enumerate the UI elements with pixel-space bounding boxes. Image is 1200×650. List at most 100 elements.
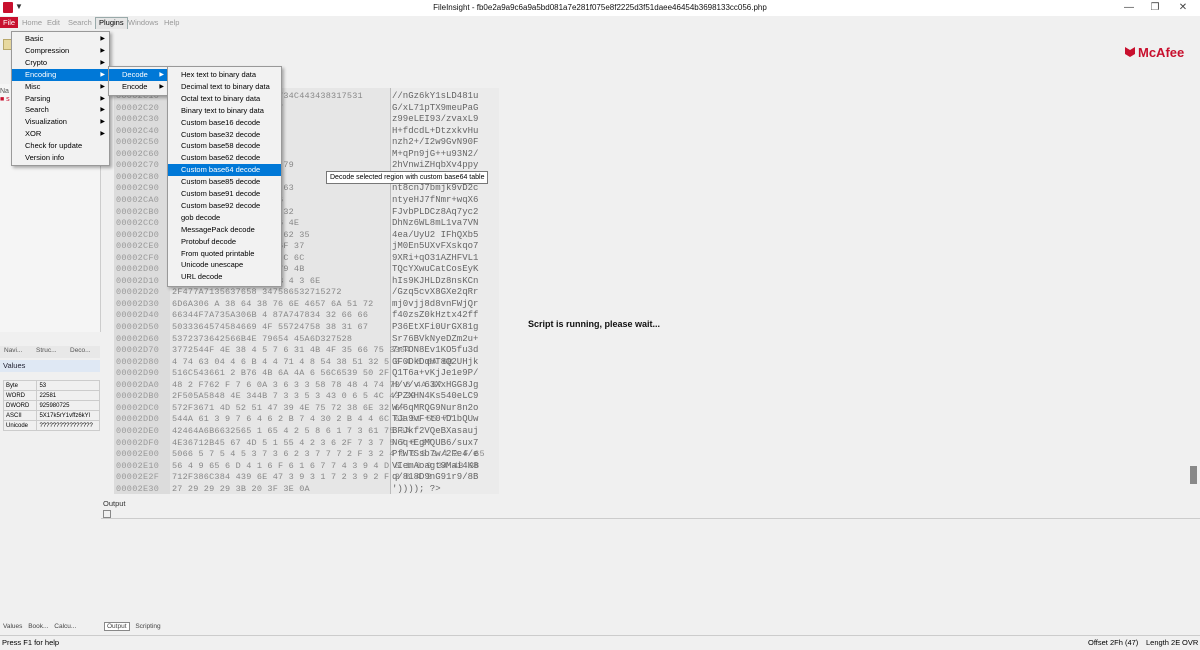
ascii-row[interactable]: 2hVnwiZHqbXv4ppy bbox=[392, 160, 478, 170]
ascii-row[interactable]: f40zsZ0kHztx42ff bbox=[392, 310, 478, 320]
menu-help[interactable]: Help bbox=[161, 17, 182, 28]
plugins-menu-item[interactable]: Version info bbox=[12, 152, 109, 164]
plugins-menu-item[interactable]: Basic ▶ bbox=[12, 33, 109, 45]
ascii-row[interactable]: PfWTSsb7w/2Fe4/e bbox=[392, 449, 478, 459]
decode-menu-item[interactable]: Decimal text to binary data bbox=[168, 81, 281, 93]
menu-edit[interactable]: Edit bbox=[44, 17, 63, 28]
ascii-row[interactable]: TJa9vF+t0+D1bQUw bbox=[392, 414, 478, 424]
ascii-row[interactable]: //nGz6kY1sLD481u bbox=[392, 91, 478, 101]
ascii-row[interactable]: jM0En5UXvFXskqo7 bbox=[392, 241, 478, 251]
output-panel[interactable] bbox=[101, 519, 1200, 623]
ascii-row[interactable]: Sr76BVkNyeDZm2u+ bbox=[392, 334, 478, 344]
plugins-menu-item[interactable]: Search ▶ bbox=[12, 104, 109, 116]
encoding-menu-item[interactable]: Encode ▶ bbox=[109, 81, 168, 93]
ascii-row[interactable]: Q1T6a+vKjJe1e9P/ bbox=[392, 368, 478, 378]
tab-calculator[interactable]: Calcu... bbox=[54, 623, 76, 630]
scrollbar-thumb[interactable] bbox=[1190, 466, 1197, 484]
hex-row[interactable]: 6D6A306 A 38 64 38 76 6E 4657 6A 51 72 bbox=[172, 299, 373, 309]
decode-menu-item[interactable]: Hex text to binary data bbox=[168, 69, 281, 81]
encoding-menu-item[interactable]: Decode ▶ bbox=[109, 69, 168, 81]
decode-menu-item[interactable]: Custom base62 decode bbox=[168, 152, 281, 164]
menu-home[interactable]: Home bbox=[19, 17, 45, 28]
plugins-menu-item[interactable]: Crypto ▶ bbox=[12, 57, 109, 69]
hex-row[interactable]: 5033364574584669 4F 55724758 38 31 67 bbox=[172, 322, 368, 332]
plugins-menu-item[interactable]: Misc ▶ bbox=[12, 81, 109, 93]
ascii-row[interactable]: ')))); ?> bbox=[392, 484, 441, 494]
decode-menu-item[interactable]: Custom base58 decode bbox=[168, 140, 281, 152]
decode-menu-item[interactable]: Unicode unescape bbox=[168, 259, 281, 271]
minimize-icon[interactable]: — bbox=[1122, 2, 1136, 13]
ascii-row[interactable]: W/6qMRQG9Nur8n2o bbox=[392, 403, 478, 413]
ascii-row[interactable]: FJvbPLDCz8Aq7yc2 bbox=[392, 207, 478, 217]
tab-bookmarks[interactable]: Book... bbox=[28, 623, 48, 630]
hex-row[interactable]: 27 29 29 29 3B 20 3F 3E 0A bbox=[172, 484, 310, 494]
decode-menu-item[interactable]: gob decode bbox=[168, 212, 281, 224]
menu-windows[interactable]: Windows bbox=[125, 17, 161, 28]
ascii-row[interactable]: 7rTON8Ev1KO5fu3d bbox=[392, 345, 478, 355]
decode-menu-item-label: Decimal text to binary data bbox=[181, 81, 270, 91]
ascii-row[interactable]: DhNz6WL8mL1va7VN bbox=[392, 218, 478, 228]
menu-search[interactable]: Search bbox=[65, 17, 95, 28]
decode-menu-item[interactable]: Custom base85 decode bbox=[168, 176, 281, 188]
tab-scripting[interactable]: Scripting bbox=[135, 623, 160, 630]
decode-menu-item[interactable]: URL decode bbox=[168, 271, 281, 283]
ascii-row[interactable]: TQcYXwuCatCosEyK bbox=[392, 264, 478, 274]
values-table: Byte 53 WORD 22581 DWORD 925980725 ASCII 5X1… bbox=[2, 380, 100, 431]
maximize-icon[interactable]: ❐ bbox=[1148, 2, 1162, 13]
decode-menu-item[interactable]: From quoted printable bbox=[168, 248, 281, 260]
hex-row[interactable]: 5372373642566B4E 79654 45A6D327528 bbox=[172, 334, 352, 344]
decode-menu-item[interactable]: Custom base32 decode bbox=[168, 129, 281, 141]
decode-menu-item[interactable]: Octal text to binary data bbox=[168, 93, 281, 105]
plugins-menu-item[interactable]: Encoding ▶ bbox=[12, 68, 109, 81]
ascii-row[interactable]: N6q+EgMQUB6/sux7 bbox=[392, 438, 478, 448]
ascii-row[interactable]: nt8cnJ7bmjk9vD2c bbox=[392, 183, 478, 193]
tab-decompress[interactable]: Deco... bbox=[68, 347, 93, 357]
hex-row[interactable]: 66344F7A735A306B 4 87A747834 32 66 66 bbox=[172, 310, 368, 320]
hex-row[interactable]: 2F505A5848 4E 344B 7 3 3 5 3 43 0 6 5 4C… bbox=[172, 391, 416, 401]
decode-menu-item[interactable]: Custom base92 decode bbox=[168, 200, 281, 212]
hex-row[interactable]: 3772544F 4E 38 4 5 7 6 31 4B 4F 35 66 75… bbox=[172, 345, 411, 355]
ascii-row[interactable]: hIs9KJHLDz8nsKCn bbox=[392, 276, 478, 286]
tab-navigation[interactable]: Navi... bbox=[2, 347, 24, 357]
tab-output[interactable]: Output bbox=[104, 622, 130, 631]
hex-row[interactable]: 42464A6B6632565 1 65 4 2 5 8 6 1 7 3 61 … bbox=[172, 426, 411, 436]
ascii-row[interactable]: G/xL71pTX9meuPaG bbox=[392, 103, 478, 113]
output-clear-icon[interactable] bbox=[103, 510, 111, 518]
ascii-row[interactable]: z99eLEI93/zvaxL9 bbox=[392, 114, 478, 124]
ascii-row[interactable]: nzh2+/I2w9GvN90F bbox=[392, 137, 478, 147]
decode-menu-item[interactable]: Custom base64 decode bbox=[168, 164, 281, 177]
ascii-row[interactable]: 9XRi+qO31AZHFVL1 bbox=[392, 253, 478, 263]
hex-row[interactable]: 516C543661 2 B76 4B 6A 4A 6 56C6539 50 2… bbox=[172, 368, 389, 378]
nav-item[interactable]: ■ s bbox=[0, 96, 10, 103]
plugins-menu-item[interactable]: Check for update bbox=[12, 140, 109, 152]
decode-menu-item[interactable]: Custom base91 decode bbox=[168, 188, 281, 200]
ascii-row[interactable]: mj0vjj8d8vnFWjQr bbox=[392, 299, 478, 309]
decode-menu-item[interactable]: Binary text to binary data bbox=[168, 105, 281, 117]
ascii-row[interactable]: H+fdcdL+DtzxkvHu bbox=[392, 126, 478, 136]
ascii-row[interactable]: q/818D9nG91r9/8B bbox=[392, 472, 478, 482]
ascii-row[interactable]: /PZXHN4Ks540eLC9 bbox=[392, 391, 478, 401]
tab-values[interactable]: Values bbox=[3, 623, 22, 630]
ascii-row[interactable]: BFJkf2VQeBXasauj bbox=[392, 426, 478, 436]
ascii-row[interactable]: 4ea/UyU2 IFhQXb5 bbox=[392, 230, 478, 240]
close-icon[interactable]: ✕ bbox=[1176, 2, 1190, 13]
plugins-menu-item[interactable]: Compression ▶ bbox=[12, 45, 109, 57]
ascii-row[interactable]: H/v/v 63XxHGG8Jg bbox=[392, 380, 478, 390]
plugins-menu-item[interactable]: Visualization ▶ bbox=[12, 116, 109, 128]
ascii-row[interactable]: VIemAoagt9Mai4K8 bbox=[392, 461, 478, 471]
decode-menu-item[interactable]: MessagePack decode bbox=[168, 224, 281, 236]
decode-menu-item[interactable]: Protobuf decode bbox=[168, 236, 281, 248]
decode-menu-item[interactable]: Custom base16 decode bbox=[168, 117, 281, 129]
menu-file[interactable]: File bbox=[0, 17, 19, 28]
hex-row[interactable]: 572F3671 4D 52 51 47 39 4E 75 72 38 6E 3… bbox=[172, 403, 405, 413]
ascii-row[interactable]: /Gzq5cvX8GXe2qRr bbox=[392, 287, 478, 297]
hex-row[interactable]: 2F477A7135637658 347586532715272 bbox=[172, 287, 342, 297]
plugins-menu-item[interactable]: Parsing ▶ bbox=[12, 93, 109, 105]
plugins-menu-item[interactable]: XOR ▶ bbox=[12, 128, 109, 140]
ascii-row[interactable]: M+qPn9jG++u93N2/ bbox=[392, 149, 478, 159]
ascii-row[interactable]: GF0DkDqHT8Q2UHjk bbox=[392, 357, 478, 367]
ascii-row[interactable]: P36EtXFi0UrGX81g bbox=[392, 322, 478, 332]
tab-structure[interactable]: Struc... bbox=[34, 347, 59, 357]
vertical-scrollbar[interactable] bbox=[1189, 88, 1199, 494]
ascii-row[interactable]: ntyeHJ7fNmr+wqX6 bbox=[392, 195, 478, 205]
